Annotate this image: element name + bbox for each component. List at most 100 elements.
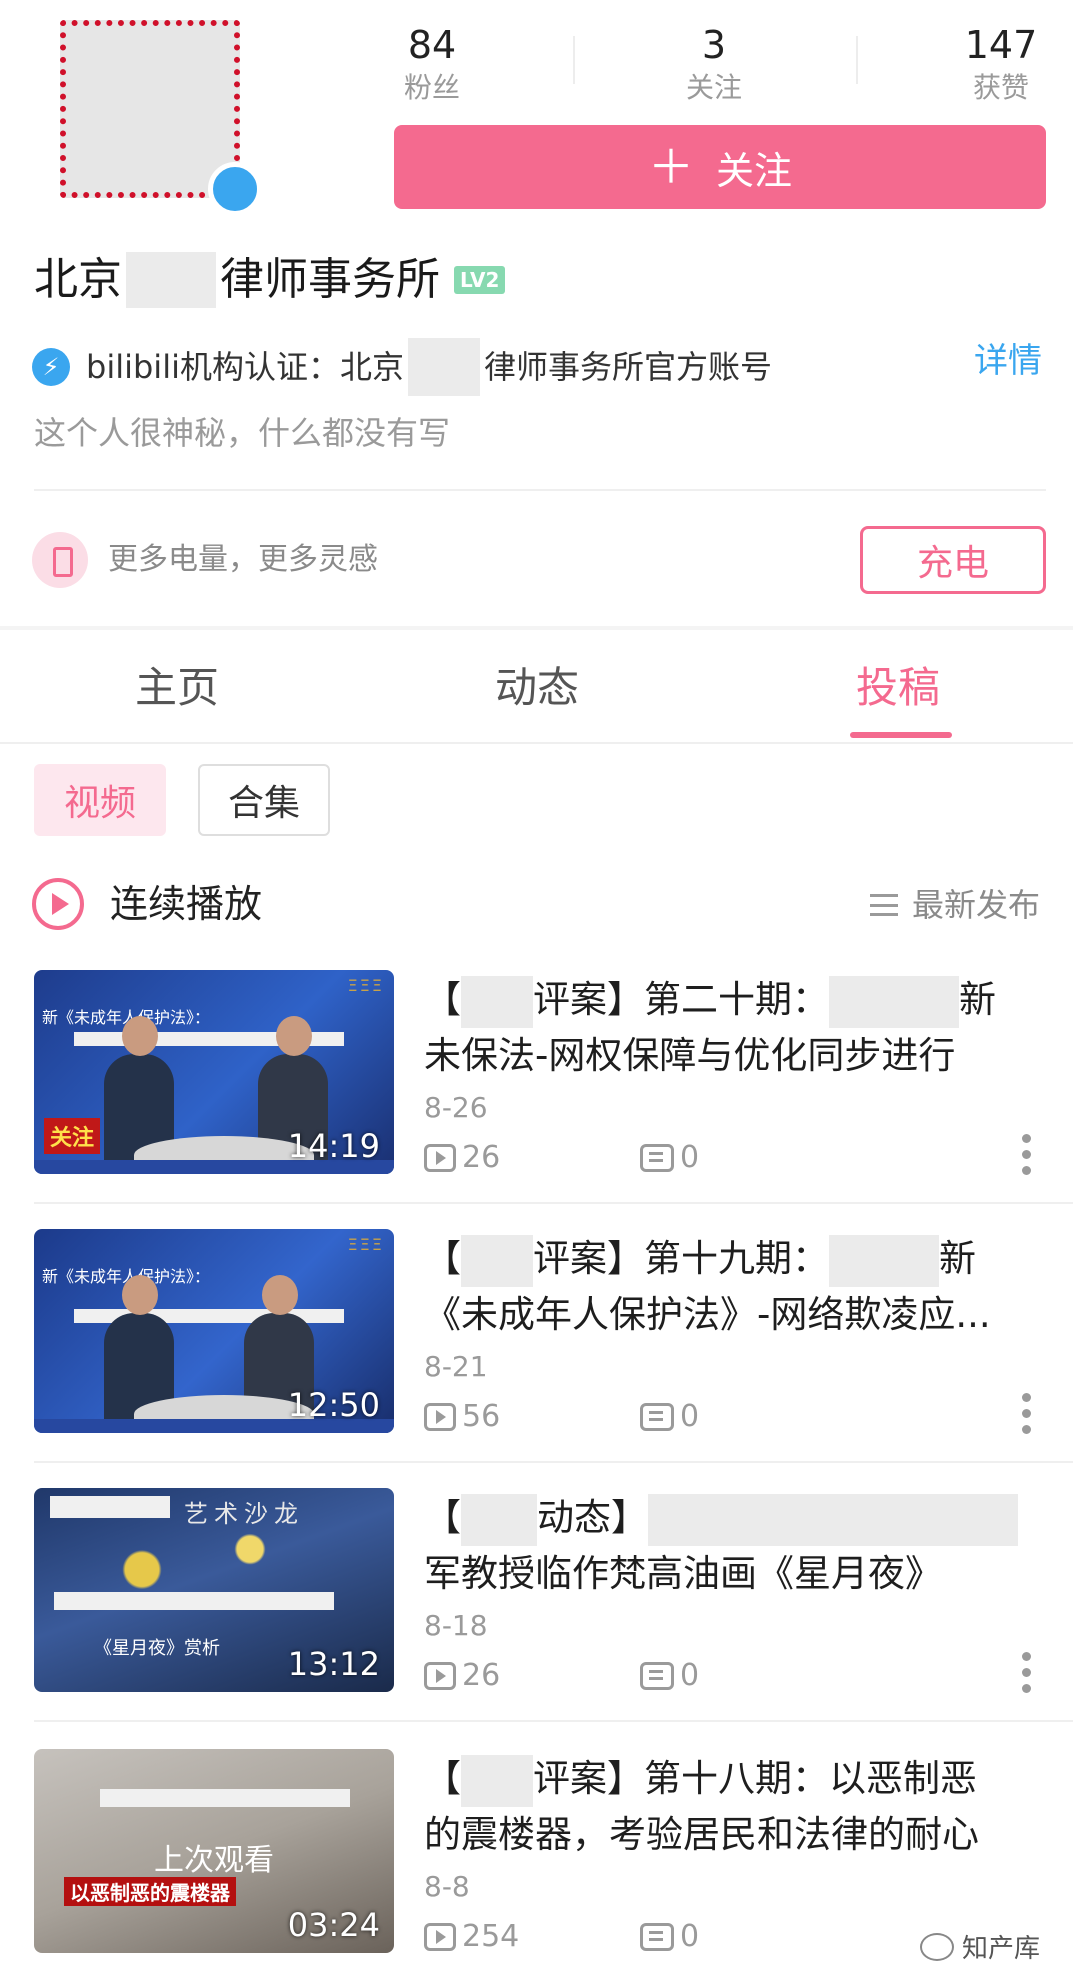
title-part: 新 [939, 1237, 976, 1280]
sort-label: 最新发布 [912, 886, 1041, 924]
comment-count: 0 [640, 1656, 699, 1696]
thumbnail-caption: 以恶制恶的震楼器 [64, 1877, 236, 1906]
view-count-value: 254 [462, 1919, 520, 1954]
divider [34, 489, 1046, 491]
last-watched-label: 上次观看 [154, 1843, 274, 1878]
verification-suffix: 律师事务所官方账号 [483, 348, 772, 386]
channel-name: 北京 律师事务所 LV2 [34, 252, 506, 308]
video-thumbnail[interactable]: ΞΞΞ 新《未成年人保护法》： 12:50 [34, 1229, 394, 1433]
tab-dynamics[interactable]: 动态 [495, 658, 579, 718]
stat-following[interactable]: 3 关注 [674, 20, 754, 106]
redacted-block [100, 1789, 350, 1807]
redacted-block [461, 1234, 533, 1287]
redacted-block [407, 338, 480, 396]
redacted-block [461, 1493, 537, 1546]
divider [34, 1720, 1073, 1722]
video-title[interactable]: 【 评案】第十八期：以恶制恶 的震楼器，考验居民和法律的耐心 [424, 1751, 1024, 1863]
video-duration: 14:19 [287, 1127, 380, 1165]
view-count: 26 [424, 1138, 500, 1178]
stat-following-label: 关注 [685, 71, 742, 104]
title-part: 未保法-网权保障与优化同步进行 [424, 1034, 956, 1077]
title-part: 【 [424, 1496, 461, 1539]
comment-icon [640, 1923, 674, 1951]
video-date: 8-18 [424, 1609, 488, 1642]
video-item[interactable]: ΞΞΞ 新《未成年人保护法》： 12:50 【 评案】第十九期： 新 《未成年人保护… [0, 1229, 1073, 1488]
follow-button-label: 关注 [715, 148, 792, 193]
video-item[interactable]: 艺术沙龙 《星月夜》赏析 13:12 【 动态】 军教授临作梵高油画《星月夜》 8… [0, 1488, 1073, 1747]
view-count-value: 26 [462, 1658, 501, 1693]
stat-likes[interactable]: 147 获赞 [956, 20, 1046, 106]
filter-videos[interactable]: 视频 [34, 764, 166, 836]
active-tab-indicator [850, 732, 952, 738]
tab-uploads[interactable]: 投稿 [856, 658, 940, 718]
title-part: 《未成年人保护法》-网络欺凌应... [424, 1293, 991, 1336]
redacted-block [829, 975, 959, 1028]
section-divider [0, 626, 1073, 630]
comment-count-value: 0 [680, 1658, 700, 1693]
title-part: 的震楼器，考验居民和法律的耐心 [424, 1813, 979, 1856]
redacted-block [126, 252, 216, 308]
more-options-icon[interactable] [1020, 1134, 1032, 1184]
view-count-value: 26 [462, 1140, 501, 1175]
verification-line: ⚡ bilibili机构认证：北京 律师事务所官方账号 [32, 338, 772, 396]
video-date: 8-8 [424, 1870, 470, 1903]
play-count-icon [424, 1923, 456, 1951]
redacted-block [648, 1493, 1018, 1546]
divider [0, 742, 1073, 744]
video-title[interactable]: 【 动态】 军教授临作梵高油画《星月夜》 [424, 1490, 1024, 1602]
thumbnail-logo: ΞΞΞ [347, 1235, 384, 1254]
stat-likes-value: 147 [964, 23, 1038, 67]
stat-divider [573, 36, 575, 84]
title-part: 【 [424, 1237, 461, 1280]
stat-divider [856, 36, 858, 84]
thumbnail-follow-tag: 关注 [44, 1118, 101, 1154]
stat-following-value: 3 [701, 23, 727, 67]
channel-name-suffix: 律师事务所 [220, 254, 440, 305]
comment-icon [640, 1403, 674, 1431]
title-part: 评案】第二十期： [533, 978, 829, 1021]
divider [34, 1202, 1073, 1204]
title-part: 新 [959, 978, 996, 1021]
video-item[interactable]: 上次观看 以恶制恶的震楼器 03:24 【 评案】第十八期：以恶制恶 的震楼器，考… [0, 1749, 1073, 1985]
view-count: 254 [424, 1917, 519, 1957]
video-title[interactable]: 【 评案】第二十期： 新 未保法-网权保障与优化同步进行 [424, 972, 1024, 1084]
verification-prefix: bilibili机构认证：北京 [86, 348, 404, 386]
charge-button[interactable]: 充电 [860, 526, 1046, 594]
video-thumbnail[interactable]: 上次观看 以恶制恶的震楼器 03:24 [34, 1749, 394, 1953]
video-thumbnail[interactable]: ΞΞΞ 新《未成年人保护法》： 关注 14:19 [34, 970, 394, 1174]
play-count-icon [424, 1403, 456, 1431]
comment-count-value: 0 [680, 1140, 700, 1175]
stat-fans-value: 84 [407, 23, 457, 67]
channel-name-prefix: 北京 [34, 254, 122, 305]
tab-home[interactable]: 主页 [135, 658, 219, 718]
bio-text: 这个人很神秘，什么都没有写 [34, 414, 451, 452]
thumbnail-caption: 艺术沙龙 [184, 1500, 304, 1528]
title-part: 动态】 [537, 1496, 648, 1539]
title-part: 评案】第十八期：以恶制恶 [533, 1757, 977, 1800]
video-thumbnail[interactable]: 艺术沙龙 《星月夜》赏析 13:12 [34, 1488, 394, 1692]
divider [34, 1461, 1073, 1463]
sort-dropdown[interactable]: 最新发布 [870, 882, 1040, 928]
battery-icon [32, 532, 88, 588]
follow-button[interactable]: ＋ 关注 [394, 125, 1046, 209]
stat-fans[interactable]: 84 粉丝 [392, 20, 472, 106]
redacted-block [50, 1496, 170, 1518]
wechat-watermark: 知产库 [920, 1928, 1040, 1965]
comment-count-value: 0 [680, 1399, 700, 1434]
play-circle-icon[interactable] [32, 878, 84, 930]
filter-collections[interactable]: 合集 [198, 764, 330, 836]
stat-likes-label: 获赞 [972, 71, 1029, 104]
title-part: 【 [424, 978, 461, 1021]
more-options-icon[interactable] [1020, 1393, 1032, 1443]
more-options-icon[interactable] [1020, 1652, 1032, 1702]
redacted-block [461, 975, 533, 1028]
view-count: 26 [424, 1656, 500, 1696]
play-count-icon [424, 1662, 456, 1690]
level-badge: LV2 [454, 266, 506, 294]
title-part: 军教授临作梵高油画《星月夜》 [424, 1552, 942, 1595]
details-link[interactable]: 详情 [974, 338, 1042, 384]
play-all-button[interactable]: 连续播放 [110, 876, 262, 932]
video-item[interactable]: ΞΞΞ 新《未成年人保护法》： 关注 14:19 【 评案】第二十期： 新 未保法-… [0, 970, 1073, 1229]
comment-icon [640, 1662, 674, 1690]
video-title[interactable]: 【 评案】第十九期： 新 《未成年人保护法》-网络欺凌应... [424, 1231, 1024, 1343]
